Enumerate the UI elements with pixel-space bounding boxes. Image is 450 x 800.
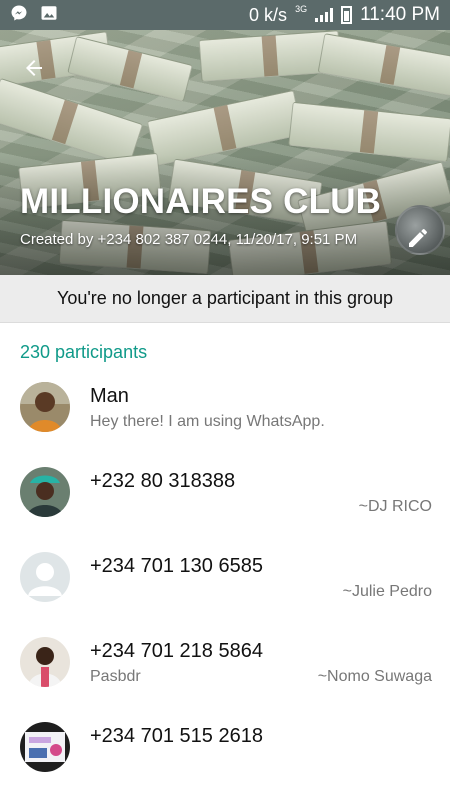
participant-pushname: ~Julie Pedro — [342, 583, 432, 600]
participant-avatar[interactable] — [20, 722, 70, 772]
not-participant-notice: You're no longer a participant in this g… — [0, 275, 450, 323]
participant-status: Pasbdr — [90, 668, 141, 685]
participant-pushname: ~DJ RICO — [358, 498, 432, 515]
back-button[interactable] — [16, 50, 52, 86]
group-created-info: Created by +234 802 387 0244, 11/20/17, … — [20, 231, 358, 248]
participant-pushname: ~Nomo Suwaga — [317, 668, 432, 685]
participant-name: +232 80 318388 — [90, 470, 236, 492]
clock: 11:40 PM — [360, 4, 440, 25]
participant-row[interactable]: +232 80 318388 ~DJ RICO — [0, 450, 450, 535]
participant-name: Man — [90, 385, 129, 407]
status-bar: 0 k/s 3G 11:40 PM — [0, 0, 450, 30]
participant-avatar[interactable] — [20, 637, 70, 687]
default-avatar-icon[interactable] — [20, 552, 70, 602]
participants-list: Man Hey there! I am using WhatsApp. +232… — [0, 365, 450, 790]
group-header[interactable]: MILLIONAIRES CLUB Created by +234 802 38… — [0, 30, 450, 275]
group-title: MILLIONAIRES CLUB — [20, 182, 382, 221]
gallery-icon — [40, 4, 58, 27]
participant-name: +234 701 515 2618 — [90, 725, 263, 747]
back-arrow-icon — [26, 60, 42, 76]
participant-status: Hey there! I am using WhatsApp. — [90, 413, 325, 430]
participants-count: 230 participants — [20, 342, 148, 362]
messenger-icon — [10, 4, 28, 27]
participant-row[interactable]: +234 701 130 6585 ~Julie Pedro — [0, 535, 450, 620]
battery-icon — [341, 6, 353, 24]
participant-row[interactable]: +234 701 515 2618 — [0, 705, 450, 790]
participant-row[interactable]: Man Hey there! I am using WhatsApp. — [0, 365, 450, 450]
signal-icon — [315, 8, 334, 22]
edit-group-button[interactable] — [402, 222, 434, 254]
participant-avatar[interactable] — [20, 467, 70, 517]
pencil-icon — [409, 229, 427, 247]
participant-row[interactable]: +234 701 218 5864 Pasbdr ~Nomo Suwaga — [0, 620, 450, 705]
network-type-label: 3G — [295, 4, 308, 14]
network-speed: 0 k/s — [249, 4, 288, 25]
participant-name: +234 701 130 6585 — [90, 555, 263, 577]
participant-avatar[interactable] — [20, 382, 70, 432]
participant-name: +234 701 218 5864 — [90, 640, 263, 662]
